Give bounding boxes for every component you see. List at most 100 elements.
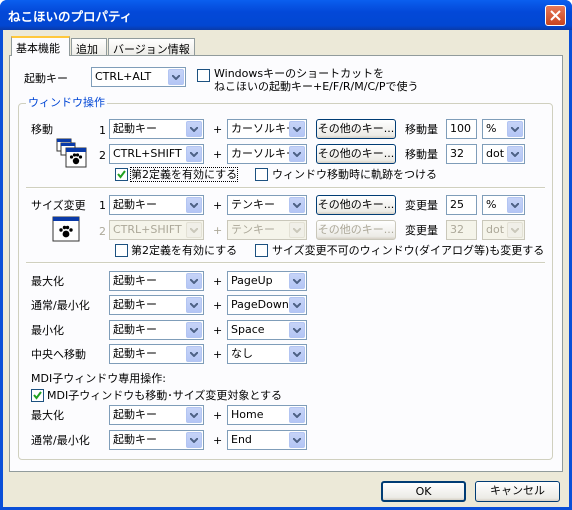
cancel-button[interactable]: キャンセル <box>475 481 560 502</box>
resize-dialog-checkbox[interactable] <box>255 244 268 257</box>
chevron-down-icon <box>186 432 202 448</box>
combo-value: カーソルキー <box>231 122 297 135</box>
chevron-down-icon <box>186 222 202 238</box>
combo-value: 起動キー <box>113 298 157 311</box>
resize-row1-other-keys-button[interactable]: その他のキー... <box>316 195 396 215</box>
restore-mod-combo[interactable]: 起動キー <box>109 295 204 315</box>
center-key-combo[interactable]: なし <box>227 344 307 364</box>
move-row2-unit-combo[interactable]: dot <box>482 144 525 164</box>
mdi-check-label: MDI子ウィンドウも移動･サイズ変更対象とする <box>47 389 283 402</box>
close-button[interactable] <box>545 5 566 26</box>
resize-row2-other-keys-button[interactable]: その他のキー... <box>316 220 396 240</box>
move-row2-amount-input[interactable]: 32 <box>446 144 477 164</box>
chevron-down-icon <box>289 146 305 162</box>
dialog-client: 基本機能 追加 バージョン情報 起動キー CTRL+ALT Windowsキーの… <box>3 30 569 507</box>
button-label: その他のキー... <box>317 198 395 211</box>
move-trail-checkbox[interactable] <box>255 168 268 181</box>
chevron-down-icon <box>289 273 305 289</box>
move-row1-mod-combo[interactable]: 起動キー <box>109 119 204 139</box>
tab-add[interactable]: 追加 <box>71 38 107 56</box>
checkmark-icon <box>33 391 42 400</box>
plus-sign: + <box>213 409 223 422</box>
move-row1-other-keys-button[interactable]: その他のキー... <box>316 119 396 139</box>
move-row2-other-keys-button[interactable]: その他のキー... <box>316 144 396 164</box>
minimize-key-combo[interactable]: Space <box>227 320 307 340</box>
chevron-down-icon <box>289 322 305 338</box>
move-row1-amount-label: 移動量 <box>405 123 438 136</box>
combo-value: PageDown <box>231 298 289 311</box>
combo-value: 起動キー <box>113 274 157 287</box>
launch-key-combo[interactable]: CTRL+ALT <box>91 67 186 87</box>
action-label-center: 中央へ移動 <box>31 348 86 361</box>
plus-sign: + <box>213 199 223 212</box>
plus-sign: + <box>213 123 223 136</box>
windows-key-checkbox[interactable] <box>197 69 210 82</box>
mdi-restore-key-combo[interactable]: End <box>227 430 307 450</box>
move-row2-key-combo[interactable]: カーソルキー <box>227 144 307 164</box>
combo-value: テンキー <box>231 223 275 236</box>
resize-row2-amount-label: 変更量 <box>405 224 438 237</box>
combo-value: % <box>486 198 497 211</box>
resize-row2-key-combo[interactable]: テンキー <box>227 220 307 240</box>
combo-value: 起動キー <box>113 347 157 360</box>
resize-dialog-label: サイズ変更不可のウィンドウ(ダイアログ等)も変更する <box>272 244 545 257</box>
plus-sign: + <box>213 348 223 361</box>
launch-key-label: 起動キー <box>24 72 68 85</box>
combo-value: % <box>486 122 497 135</box>
window-title: ねこほいのプロパティ <box>8 9 133 24</box>
resize-second-def-checkbox[interactable] <box>115 244 128 257</box>
button-label: キャンセル <box>490 484 545 497</box>
resize-row1-amount-label: 変更量 <box>405 199 438 212</box>
resize-row1-unit-combo[interactable]: % <box>482 195 525 215</box>
windows-key-label-1: Windowsキーのショートカットを <box>214 67 385 80</box>
mdi-checkbox[interactable] <box>31 389 44 402</box>
resize-row2-unit-combo[interactable]: dot <box>482 220 525 240</box>
maximize-mod-combo[interactable]: 起動キー <box>109 271 204 291</box>
button-label: その他のキー... <box>317 122 395 135</box>
resize-label: サイズ変更 <box>31 199 86 212</box>
resize-row1-amount-input[interactable]: 25 <box>446 195 477 215</box>
move-row2-mod-combo[interactable]: CTRL+SHIFT <box>109 144 204 164</box>
button-label: OK <box>415 485 432 498</box>
tab-version[interactable]: バージョン情報 <box>108 38 195 56</box>
ok-button[interactable]: OK <box>381 481 466 502</box>
move-row1-amount-input[interactable]: 100 <box>446 119 477 139</box>
resize-row2-amount-input[interactable]: 32 <box>446 220 477 240</box>
tab-basic[interactable]: 基本機能 <box>11 36 70 56</box>
window-ops-label: ウィンドウ操作 <box>26 96 107 109</box>
button-label: その他のキー... <box>317 147 395 160</box>
chevron-down-icon <box>186 273 202 289</box>
combo-value: 起動キー <box>113 433 157 446</box>
minimize-mod-combo[interactable]: 起動キー <box>109 320 204 340</box>
move-row2-amount-label: 移動量 <box>405 148 438 161</box>
chevron-down-icon <box>186 346 202 362</box>
move-row1-num: 1 <box>99 124 106 137</box>
mdi-maximize-key-combo[interactable]: Home <box>227 405 307 425</box>
chevron-down-icon <box>289 297 305 313</box>
combo-value: なし <box>231 347 253 360</box>
restore-key-combo[interactable]: PageDown <box>227 295 307 315</box>
chevron-down-icon <box>289 197 305 213</box>
mdi-restore-mod-combo[interactable]: 起動キー <box>109 430 204 450</box>
chevron-down-icon <box>289 407 305 423</box>
resize-row1-mod-combo[interactable]: 起動キー <box>109 195 204 215</box>
resize-row2-mod-combo[interactable]: CTRL+SHIFT <box>109 220 204 240</box>
move-label: 移動 <box>31 123 53 136</box>
plus-sign: + <box>213 299 223 312</box>
move-second-def-checkbox[interactable] <box>115 168 128 181</box>
chevron-down-icon <box>289 222 305 238</box>
combo-value: テンキー <box>231 198 275 211</box>
move-row2-num: 2 <box>99 149 106 162</box>
chevron-down-icon <box>168 69 184 85</box>
combo-value: dot <box>486 223 505 236</box>
mdi-maximize-mod-combo[interactable]: 起動キー <box>109 405 204 425</box>
center-mod-combo[interactable]: 起動キー <box>109 344 204 364</box>
maximize-key-combo[interactable]: PageUp <box>227 271 307 291</box>
chevron-down-icon <box>186 297 202 313</box>
move-row1-key-combo[interactable]: カーソルキー <box>227 119 307 139</box>
resize-row1-key-combo[interactable]: テンキー <box>227 195 307 215</box>
chevron-down-icon <box>186 407 202 423</box>
chevron-down-icon <box>507 197 523 213</box>
chevron-down-icon <box>186 146 202 162</box>
move-row1-unit-combo[interactable]: % <box>482 119 525 139</box>
